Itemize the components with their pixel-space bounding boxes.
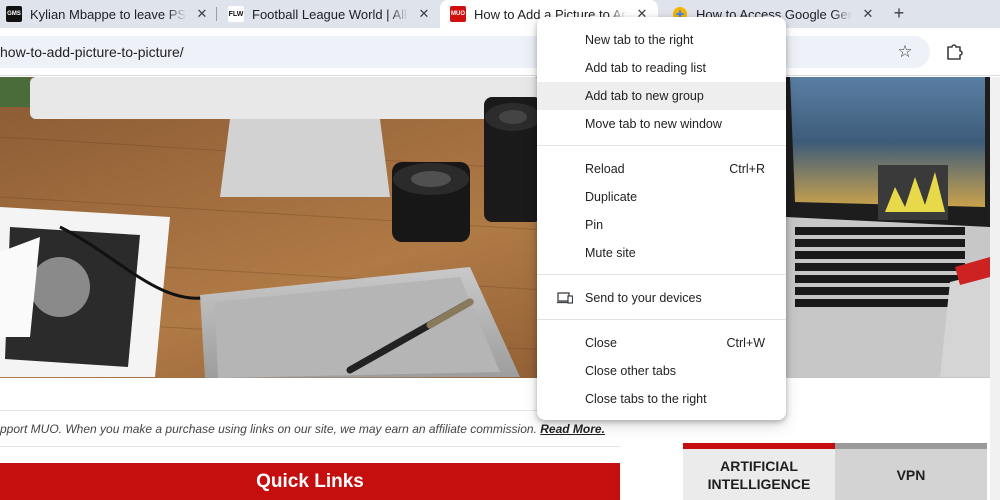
hero-image-desk-photo: [0, 77, 990, 378]
menu-item-label: Close: [585, 336, 617, 350]
menu-item-label: Add tab to new group: [585, 89, 704, 103]
menu-item-new-tab-right[interactable]: New tab to the right: [537, 26, 786, 54]
menu-item-close-tabs-right[interactable]: Close tabs to the right: [537, 385, 786, 413]
page-scrollbar[interactable]: [990, 77, 1000, 500]
menu-item-label: Close tabs to the right: [585, 392, 707, 406]
web-page: pport MUO. When you make a purchase usin…: [0, 77, 1000, 500]
menu-separator: [537, 274, 786, 275]
bookmark-star-icon[interactable]: ☆: [893, 42, 917, 62]
menu-item-shortcut: Ctrl+R: [729, 162, 765, 176]
divider-line: [0, 410, 620, 411]
menu-item-close[interactable]: Close Ctrl+W: [537, 329, 786, 357]
menu-item-duplicate[interactable]: Duplicate: [537, 183, 786, 211]
flw-favicon-icon: FLW: [228, 6, 244, 22]
category-tile-vpn[interactable]: VPN: [835, 443, 987, 500]
menu-separator: [537, 319, 786, 320]
divider-line: [0, 446, 620, 447]
affiliate-disclaimer: pport MUO. When you make a purchase usin…: [0, 422, 605, 436]
muo-favicon-icon: MUO: [450, 6, 466, 22]
close-icon[interactable]: ✕: [860, 6, 876, 22]
browser-toolbar: how-to-add-picture-to-picture/: [0, 28, 1000, 76]
menu-item-mute-site[interactable]: Mute site: [537, 239, 786, 267]
category-tile-ai[interactable]: ARTIFICIAL INTELLIGENCE: [683, 443, 835, 500]
menu-item-label: Mute site: [585, 246, 636, 260]
gms-favicon-icon: GMS: [6, 6, 22, 22]
menu-item-label: Reload: [585, 162, 625, 176]
menu-item-shortcut: Ctrl+W: [726, 336, 765, 350]
menu-item-send-to-devices[interactable]: Send to your devices: [537, 284, 786, 312]
tab-context-menu: New tab to the right Add tab to reading …: [537, 17, 786, 420]
menu-item-label: Close other tabs: [585, 364, 677, 378]
menu-item-add-to-new-group[interactable]: Add tab to new group: [537, 82, 786, 110]
read-more-link[interactable]: Read More.: [540, 422, 605, 436]
address-url: how-to-add-picture-to-picture/: [0, 44, 184, 60]
tab-strip: GMS Kylian Mbappe to leave PSG ✕ FLW Foo…: [0, 0, 1000, 28]
menu-item-pin[interactable]: Pin: [537, 211, 786, 239]
disclaimer-text: pport MUO. When you make a purchase usin…: [0, 422, 537, 436]
new-tab-button[interactable]: +: [888, 2, 910, 24]
close-icon[interactable]: ✕: [416, 6, 432, 22]
menu-item-label: Duplicate: [585, 190, 638, 204]
tab-separator: [216, 7, 217, 21]
menu-separator: [537, 145, 786, 146]
menu-item-reload[interactable]: Reload Ctrl+R: [537, 155, 786, 183]
menu-item-label: Move tab to new window: [585, 117, 722, 131]
tab-title: Kylian Mbappe to leave PSG: [30, 6, 186, 22]
tab-gms[interactable]: GMS Kylian Mbappe to leave PSG ✕: [6, 0, 210, 28]
menu-item-label: New tab to the right: [585, 33, 694, 47]
tab-flw[interactable]: FLW Football League World | All a ✕: [228, 0, 432, 28]
menu-item-move-to-new-window[interactable]: Move tab to new window: [537, 110, 786, 138]
menu-item-close-other-tabs[interactable]: Close other tabs: [537, 357, 786, 385]
extensions-puzzle-icon[interactable]: [944, 40, 966, 62]
close-icon[interactable]: ✕: [194, 6, 210, 22]
menu-item-label: Add tab to reading list: [585, 61, 706, 75]
menu-item-label: Pin: [585, 218, 604, 232]
quick-links-header[interactable]: Quick Links: [0, 463, 620, 500]
devices-icon: [557, 291, 574, 305]
address-bar[interactable]: how-to-add-picture-to-picture/: [0, 36, 930, 68]
menu-item-label: Send to your devices: [585, 291, 702, 305]
menu-item-add-to-reading-list[interactable]: Add tab to reading list: [537, 54, 786, 82]
tab-title: Football League World | All a: [252, 6, 408, 22]
